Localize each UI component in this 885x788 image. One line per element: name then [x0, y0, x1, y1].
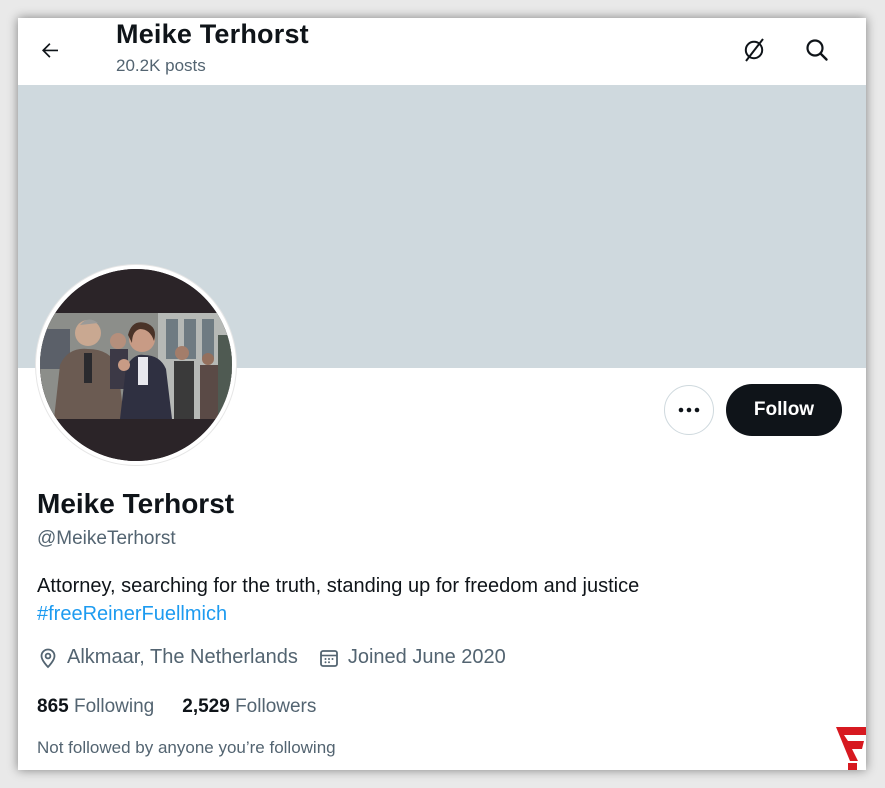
calendar-icon	[319, 649, 338, 667]
avatar-photo	[40, 269, 232, 461]
search-button[interactable]	[799, 32, 835, 68]
profile-handle: @MeikeTerhorst	[37, 528, 176, 549]
profile-header-bar: Meike Terhorst 20.2K posts	[18, 18, 866, 85]
search-icon	[806, 39, 828, 61]
avatar[interactable]	[36, 265, 236, 465]
followers-link[interactable]: 2,529 Followers	[182, 696, 316, 718]
bio-text: Attorney, searching for the truth, stand…	[37, 575, 640, 597]
location-pin-icon	[40, 648, 56, 668]
profile-name: Meike Terhorst	[37, 488, 235, 519]
joined-text: Joined June 2020	[347, 646, 506, 668]
location-text: Alkmaar, The Netherlands	[67, 646, 298, 668]
follow-button[interactable]: Follow	[726, 384, 842, 436]
joined-item: Joined June 2020	[318, 646, 506, 669]
following-link[interactable]: 865 Following	[37, 696, 154, 718]
location-item: Alkmaar, The Netherlands	[37, 646, 298, 669]
not-followed-note: Not followed by anyone you’re following	[37, 738, 336, 757]
following-count: 865	[37, 696, 69, 717]
bio-hashtag-link[interactable]: #freeReinerFuellmich	[37, 600, 227, 628]
followers-count: 2,529	[182, 696, 230, 717]
profile-bio: Attorney, searching for the truth, stand…	[37, 572, 837, 628]
more-dots-icon	[678, 407, 700, 413]
following-label: Following	[73, 696, 155, 717]
back-button[interactable]	[32, 32, 68, 68]
profile-window: Meike Terhorst 20.2K posts Follow Meike …	[18, 18, 866, 770]
brand-logo-icon	[836, 727, 866, 770]
more-options-button[interactable]	[664, 385, 714, 435]
posts-count: 20.2K posts	[116, 56, 206, 75]
grok-button[interactable]	[736, 32, 772, 68]
arrow-left-icon	[42, 43, 58, 58]
followers-label: Followers	[235, 696, 317, 717]
grok-slash-circle-icon	[744, 38, 764, 62]
profile-meta: Alkmaar, The Netherlands Joined June 202…	[37, 646, 506, 669]
header-title: Meike Terhorst	[116, 19, 309, 49]
follow-stats: 865 Following 2,529 Followers	[37, 696, 344, 718]
